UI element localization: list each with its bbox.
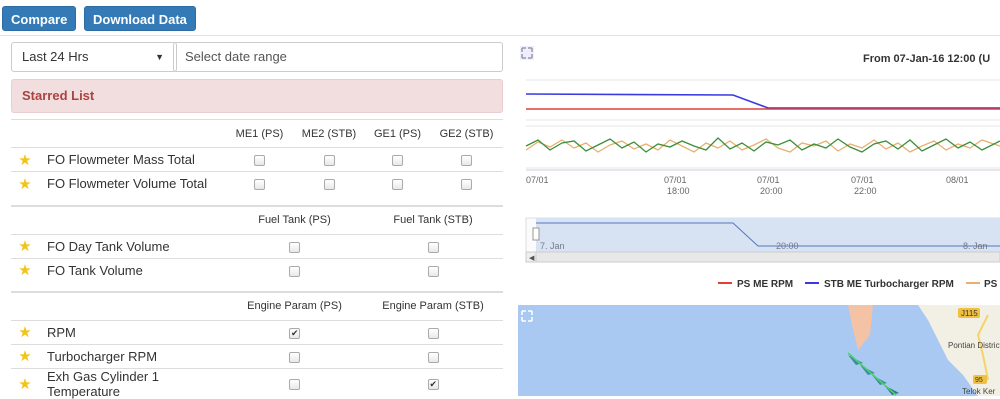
parameter-label: FO Flowmeter Volume Total xyxy=(39,171,226,196)
checkbox[interactable] xyxy=(289,379,300,391)
chart-title: From 07-Jan-16 12:00 (U xyxy=(863,53,990,65)
expand-icon[interactable] xyxy=(520,46,534,60)
navigator-label: 8. Jan xyxy=(963,241,988,251)
checkbox[interactable] xyxy=(289,327,300,339)
checkbox[interactable] xyxy=(289,265,300,277)
parameter-label: FO Tank Volume xyxy=(39,257,226,282)
column-header: ME1 (PS) xyxy=(226,119,293,148)
checkbox[interactable] xyxy=(254,155,265,167)
navigator-label: 20:00 xyxy=(776,241,799,251)
map-label: 95 xyxy=(975,377,983,384)
x-tick-label: 20:00 xyxy=(760,186,783,196)
checkbox[interactable] xyxy=(461,179,472,191)
checkbox[interactable] xyxy=(323,155,335,167)
chart-svg: From 07-Jan-16 12:00 (U 07/01 07/01 18:0… xyxy=(518,42,1000,294)
caret-down-icon: ▼ xyxy=(155,52,164,62)
x-tick-label: 18:00 xyxy=(667,186,690,196)
table-row: ★ FO Day Tank Volume xyxy=(11,233,503,258)
checkbox[interactable] xyxy=(254,179,265,191)
parameter-label: FO Day Tank Volume xyxy=(39,233,226,258)
compare-button[interactable]: Compare xyxy=(2,6,77,31)
period-select-value: Last 24 Hrs xyxy=(22,49,89,64)
map-svg: J115 Pontian District 95 Telok Ker xyxy=(518,305,1000,396)
vessel-map[interactable]: J115 Pontian District 95 Telok Ker xyxy=(518,305,1000,396)
parameter-label: Turbocharger RPM xyxy=(39,343,226,368)
checkbox[interactable] xyxy=(289,241,300,253)
column-header: Fuel Tank (STB) xyxy=(363,205,503,234)
legend-item[interactable]: STB ME Turbocharger RPM xyxy=(824,279,954,290)
checkbox[interactable] xyxy=(427,351,439,363)
checkbox[interactable] xyxy=(392,179,403,191)
checkbox[interactable] xyxy=(461,155,472,167)
checkbox[interactable] xyxy=(427,241,439,253)
column-header: GE2 (STB) xyxy=(430,119,503,148)
legend-item[interactable]: PS ( xyxy=(984,279,1000,290)
navigator-handle[interactable] xyxy=(532,227,540,241)
table-row: ★ FO Flowmeter Mass Total xyxy=(11,147,503,172)
starred-list-header: Starred List xyxy=(11,79,503,113)
checkbox[interactable] xyxy=(392,155,403,167)
star-icon[interactable]: ★ xyxy=(11,233,39,258)
map-label: Pontian District xyxy=(948,341,1000,350)
parameter-table-engine: Engine Param (PS) Engine Param (STB) ★ R… xyxy=(11,291,503,399)
column-header: GE1 (PS) xyxy=(365,119,430,148)
x-tick-label: 07/01 xyxy=(664,175,687,185)
legend-item[interactable]: PS ME RPM xyxy=(737,279,793,290)
checkbox[interactable] xyxy=(289,351,300,363)
x-tick-label: 07/01 xyxy=(851,175,874,185)
table-row: ★ RPM xyxy=(11,319,503,344)
parameter-table-fuel-tank: Fuel Tank (PS) Fuel Tank (STB) ★ FO Day … xyxy=(11,205,503,282)
star-icon[interactable]: ★ xyxy=(11,343,39,368)
map-label: Telok Ker xyxy=(962,387,996,396)
download-data-button[interactable]: Download Data xyxy=(84,6,196,31)
column-header: ME2 (STB) xyxy=(293,119,365,148)
column-header: Engine Param (PS) xyxy=(226,291,363,320)
star-icon[interactable]: ★ xyxy=(11,257,39,282)
star-icon[interactable]: ★ xyxy=(11,319,39,344)
parameter-table-flowmeter: ME1 (PS) ME2 (STB) GE1 (PS) GE2 (STB) ★ … xyxy=(11,119,503,196)
x-tick-label: 07/01 xyxy=(757,175,780,185)
table-row: ★ FO Flowmeter Volume Total xyxy=(11,171,503,196)
x-tick-label: 08/01 xyxy=(946,175,969,185)
parameter-label: Exh Gas Cylinder 1 Temperature xyxy=(39,367,226,399)
star-icon[interactable]: ★ xyxy=(11,367,39,399)
period-select[interactable]: Last 24 Hrs ▼ xyxy=(11,42,177,72)
checkbox[interactable] xyxy=(427,327,439,339)
timeseries-chart: From 07-Jan-16 12:00 (U 07/01 07/01 18:0… xyxy=(518,42,1000,294)
date-range-input[interactable]: Select date range xyxy=(173,42,503,72)
table-row: ★ FO Tank Volume xyxy=(11,257,503,282)
parameter-label: FO Flowmeter Mass Total xyxy=(39,147,226,172)
column-header: Engine Param (STB) xyxy=(363,291,503,320)
arrow-left-icon: ◀ xyxy=(529,255,535,262)
star-icon[interactable]: ★ xyxy=(11,147,39,172)
x-tick-label: 07/01 xyxy=(526,175,549,185)
map-label: J115 xyxy=(961,309,978,318)
x-tick-label: 22:00 xyxy=(854,186,877,196)
parameter-label: RPM xyxy=(39,319,226,344)
checkbox[interactable] xyxy=(323,179,335,191)
navigator-scrollbar[interactable] xyxy=(525,251,1000,263)
table-row: ★ Turbocharger RPM xyxy=(11,343,503,368)
table-row: ★ Exh Gas Cylinder 1 Temperature xyxy=(11,367,503,399)
toolbar-divider xyxy=(0,35,1000,36)
navigator-label: 7. Jan xyxy=(540,241,565,251)
checkbox[interactable] xyxy=(427,265,439,277)
column-header: Fuel Tank (PS) xyxy=(226,205,363,234)
star-icon[interactable]: ★ xyxy=(11,171,39,196)
checkbox[interactable] xyxy=(427,379,439,391)
